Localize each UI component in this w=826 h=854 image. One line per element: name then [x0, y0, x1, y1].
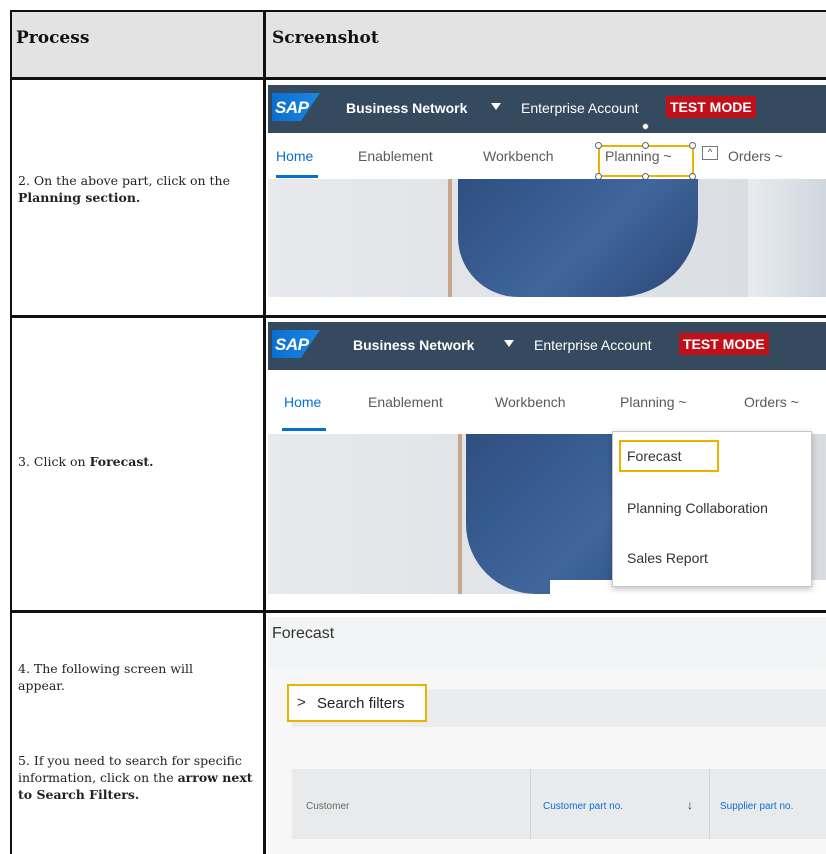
- nav-home[interactable]: Home: [276, 148, 313, 164]
- search-filters-toggle[interactable]: > Search filters: [287, 684, 427, 722]
- product-name: Business Network: [353, 337, 475, 353]
- header-process: Process: [16, 28, 90, 48]
- sap-logo: SAP: [272, 330, 320, 358]
- hero-image: [268, 179, 826, 297]
- resize-handle: [595, 142, 602, 149]
- resize-handle: [642, 142, 649, 149]
- step-4-text: 4. The following screen will appear.: [18, 661, 193, 693]
- column-divider: [263, 10, 266, 854]
- menu-item-forecast[interactable]: Forecast: [627, 448, 681, 464]
- caret-down-icon: [491, 103, 501, 110]
- column-supplier-part-no[interactable]: Supplier part no.: [710, 769, 826, 839]
- column-customer-part-no[interactable]: Customer part no. ↓: [531, 769, 710, 839]
- nav-enablement[interactable]: Enablement: [368, 394, 443, 410]
- search-filters-label: Search filters: [317, 695, 405, 712]
- nav-planning[interactable]: Planning ~: [620, 394, 687, 410]
- sap-shell-bar: SAP Business Network Enterprise Account …: [268, 85, 826, 133]
- resize-handle: [689, 142, 696, 149]
- menu-item-sales-report[interactable]: Sales Report: [627, 550, 708, 566]
- nav-enablement[interactable]: Enablement: [358, 148, 433, 164]
- menu-item-planning-collaboration[interactable]: Planning Collaboration: [627, 500, 768, 516]
- top-nav: Home Enablement Workbench Planning ~ Ord…: [268, 133, 826, 179]
- column-customer[interactable]: Customer: [292, 769, 531, 839]
- row-divider-1: [10, 77, 826, 80]
- rotate-handle: [642, 123, 649, 130]
- nav-orders[interactable]: Orders ~: [744, 394, 799, 410]
- nav-orders[interactable]: Orders ~: [728, 148, 783, 164]
- nav-home[interactable]: Home: [284, 394, 321, 410]
- caret-down-icon: [504, 340, 514, 347]
- test-mode-badge: TEST MODE: [666, 96, 756, 118]
- collapse-icon: ^: [702, 146, 718, 160]
- account-label: Enterprise Account: [534, 337, 652, 353]
- nav-active-indicator: [276, 175, 318, 178]
- sap-logo: SAP: [272, 93, 320, 121]
- planning-dropdown: Forecast Planning Collaboration Sales Re…: [612, 431, 812, 587]
- step-2-text: 2. On the above part, click on the Plann…: [18, 173, 230, 205]
- step-3-text: 3. Click on Forecast.: [18, 454, 154, 469]
- sap-shell-bar: SAP Business Network Enterprise Account …: [268, 322, 826, 370]
- screenshot-planning: SAP Business Network Enterprise Account …: [268, 85, 826, 297]
- header-screenshot: Screenshot: [272, 28, 379, 48]
- screenshot-forecast-menu: SAP Business Network Enterprise Account …: [268, 322, 826, 594]
- nav-workbench[interactable]: Workbench: [495, 394, 566, 410]
- sort-desc-icon: ↓: [687, 798, 693, 812]
- forecast-table-header: Customer Customer part no. ↓ Supplier pa…: [292, 769, 826, 839]
- test-mode-badge: TEST MODE: [679, 333, 769, 355]
- row-divider-3: [10, 610, 826, 613]
- nav-active-indicator: [282, 428, 326, 431]
- chevron-right-icon[interactable]: >: [297, 694, 306, 711]
- top-nav: Home Enablement Workbench Planning ~ Ord…: [268, 370, 826, 434]
- row-divider-2: [10, 315, 826, 318]
- product-name: Business Network: [346, 100, 468, 116]
- step-5-text: 5. If you need to search for specific in…: [18, 753, 253, 802]
- screenshot-forecast-page: Forecast > Search filters Customer Custo…: [268, 617, 826, 854]
- nav-workbench[interactable]: Workbench: [483, 148, 554, 164]
- forecast-page-title: Forecast: [272, 625, 335, 642]
- account-label: Enterprise Account: [521, 100, 639, 116]
